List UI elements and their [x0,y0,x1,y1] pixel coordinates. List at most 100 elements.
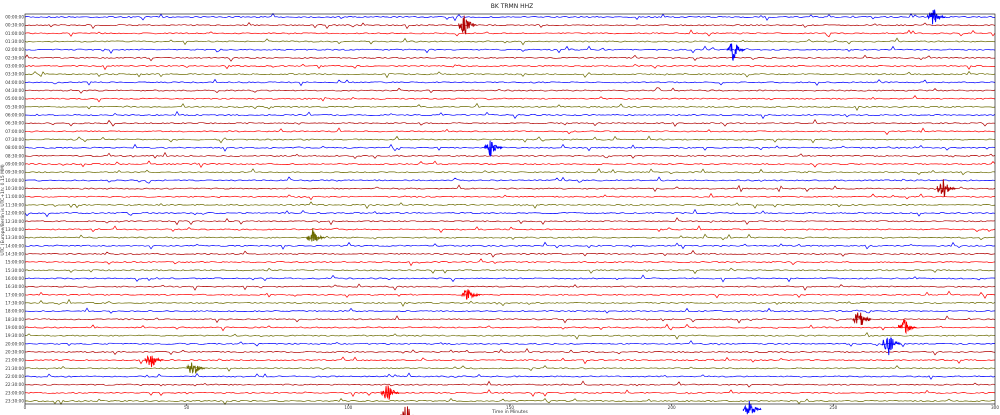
trace-time-label: 12:00:00 [5,211,24,216]
trace-line [24,389,996,398]
chart-title: BK TRMN HHZ [491,3,534,10]
trace-time-label: 18:30:00 [5,317,24,322]
trace-line [24,340,996,348]
x-tick-label: 300 [991,405,999,410]
trace-line [24,307,996,314]
x-tick-label: 0 [24,405,27,410]
trace-line [24,176,996,184]
trace-time-label: 11:00:00 [5,194,24,199]
trace-time-label: 12:30:00 [5,219,24,224]
trace-time-label: 22:00:00 [5,374,24,379]
trace-line [24,365,996,372]
seismic-event [881,337,901,356]
trace-line [24,12,996,22]
trace-time-label: 22:30:00 [5,382,24,387]
trace-time-label: 07:30:00 [5,137,24,142]
x-tick-label: 250 [829,405,837,410]
trace-time-label: 15:00:00 [5,260,24,265]
seismic-event [461,289,481,300]
helicorder-chart: BK TRMN HHZ 00:00:00 00:30:00 01:00:00 01:3… [0,3,999,415]
trace-time-label: 08:30:00 [5,153,24,158]
trace-time-label: 13:30:00 [5,235,24,240]
seismic-event [144,355,164,368]
trace-line [24,70,996,79]
trace-time-label: 10:30:00 [5,186,24,191]
trace-line [24,127,996,136]
x-axis-label: Time in Minutes [491,409,528,415]
trace-line [24,348,996,356]
trace-group [24,12,996,405]
trace-time-label: 01:00:00 [5,31,24,36]
trace-time-label: 00:00:00 [5,15,24,20]
seismic-event [898,319,917,335]
trace-line [24,258,996,267]
trace-line [24,267,996,275]
trace-line [24,102,996,111]
x-tick-label: 100 [344,405,352,410]
trace-time-label: 17:30:00 [5,301,24,306]
trace-time-label: 20:30:00 [5,350,24,355]
trace-time-label: 18:00:00 [5,309,24,314]
trace-line [24,372,996,380]
trace-time-label: 14:30:00 [5,251,24,256]
trace-line [24,315,996,324]
seismic-event [400,406,414,415]
trace-time-label: 09:00:00 [5,162,24,167]
trace-time-label: 04:00:00 [5,80,24,85]
trace-time-label: 00:30:00 [5,23,24,28]
trace-time-label: 19:00:00 [5,325,24,330]
trace-time-label: 16:30:00 [5,284,24,289]
seismic-event [458,15,477,35]
time-label-group: 00:00:00 00:30:00 01:00:00 01:30:00 02:00:00… [5,15,24,404]
seismic-event [306,228,325,242]
trace-line [24,225,996,234]
seismic-event [936,179,956,197]
trace-line [24,54,996,62]
trace-time-label: 21:30:00 [5,366,24,371]
trace-time-label: 02:30:00 [5,55,24,60]
trace-time-label: 17:00:00 [5,292,24,297]
trace-line [24,356,996,365]
trace-time-label: 05:00:00 [5,96,24,101]
trace-line [24,87,996,94]
trace-time-label: 02:00:00 [5,47,24,52]
trace-time-label: 09:30:00 [5,170,24,175]
trace-time-label: 16:00:00 [5,276,24,281]
trace-line [24,160,996,169]
trace-line [24,37,996,46]
trace-line [24,298,996,307]
trace-line [24,184,996,193]
y-axis-label: UTC (Europe/Berlin is UTC+1h: 0.15 MM) [0,164,6,256]
trace-time-label: 23:00:00 [5,390,24,395]
trace-line [24,95,996,103]
trace-time-label: 05:30:00 [5,104,24,109]
trace-line [24,323,996,332]
trace-line [24,283,996,291]
trace-line [24,192,996,201]
trace-time-label: 04:30:00 [5,88,24,93]
trace-time-label: 08:00:00 [5,145,24,150]
trace-line [24,110,996,120]
trace-time-label: 03:00:00 [5,64,24,69]
trace-line [24,45,996,54]
trace-line [24,201,996,209]
trace-line [25,119,996,127]
trace-line [24,78,996,87]
trace-line [24,241,996,250]
trace-line [24,22,996,30]
trace-line [24,397,996,405]
seismic-event [726,43,746,61]
trace-line [24,29,996,38]
plot-frame [24,13,996,405]
seismic-event [484,140,503,157]
trace-time-label: 20:00:00 [5,341,24,346]
trace-line [24,380,996,388]
trace-line [24,143,996,152]
trace-time-label: 13:00:00 [5,227,24,232]
trace-line [24,168,996,176]
trace-line [24,135,996,144]
x-tick-label: 200 [668,405,676,410]
trace-line [24,332,996,340]
trace-line [24,217,996,226]
trace-time-label: 07:00:00 [5,129,24,134]
